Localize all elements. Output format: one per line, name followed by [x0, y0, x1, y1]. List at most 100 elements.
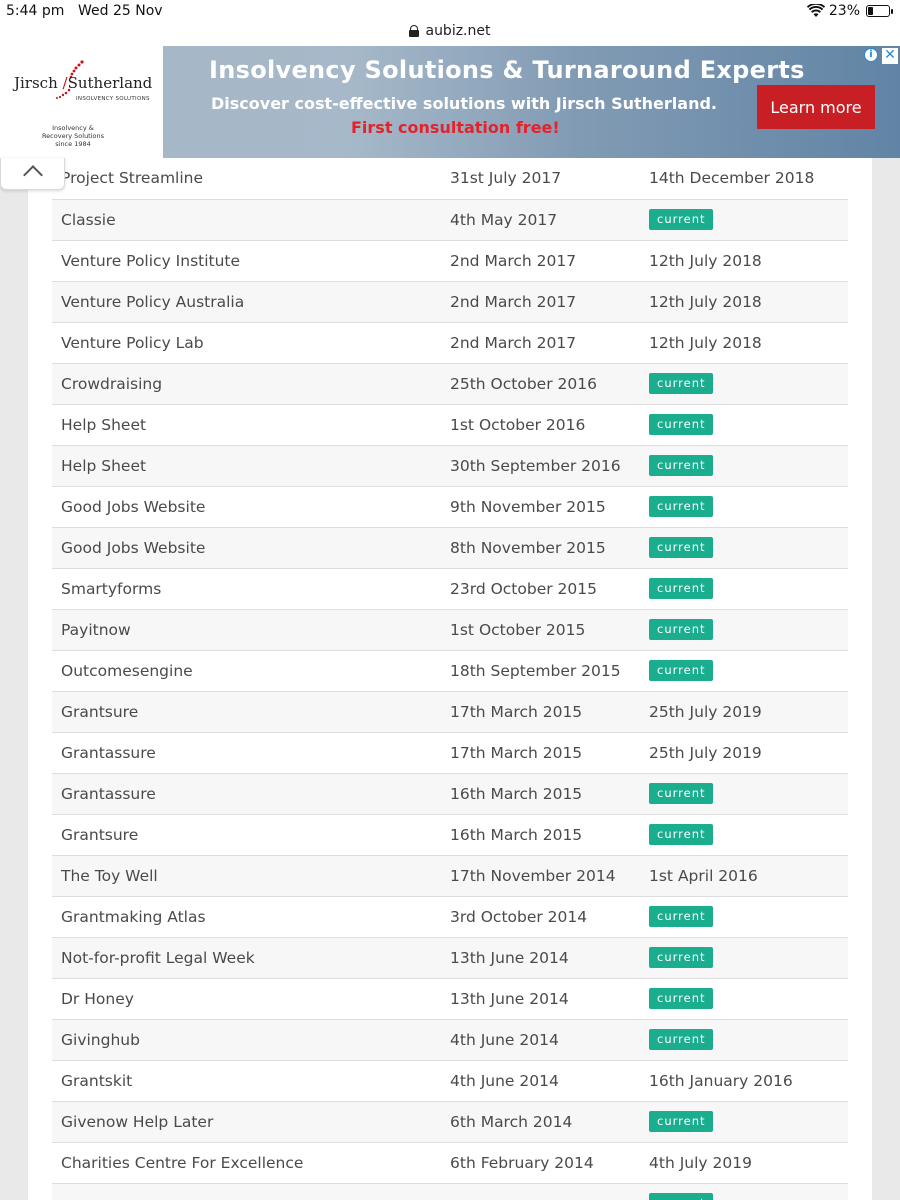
end-date: current — [649, 896, 848, 938]
table-row: Classie 4th May 2017 current — [52, 199, 848, 241]
records-table: Project Streamline 31st July 2017 14th Dec… — [52, 158, 848, 1200]
table-row: The Toy Well 17th November 2014 1st April … — [52, 855, 848, 897]
current-badge: current — [649, 414, 713, 435]
collapse-ad-button[interactable] — [0, 158, 65, 190]
table-row: Good Jobs Website 9th November 2015 curren… — [52, 486, 848, 528]
table-row: Grantsure 16th March 2015 current — [52, 814, 848, 856]
project-name: Grantmaking Atlas — [52, 896, 450, 938]
table-row: Venture Policy Lab 2nd March 2017 12th Jul… — [52, 322, 848, 364]
project-name: Dr Honey — [52, 978, 450, 1020]
project-name: Good Jobs Website — [52, 527, 450, 569]
end-date: current — [649, 937, 848, 979]
chevron-up-icon — [23, 165, 43, 185]
logo-subtitle: INSOLVENCY SOLUTIONS — [76, 96, 150, 102]
start-date: 1st October 2015 — [450, 609, 649, 651]
url-text[interactable]: aubiz.net — [425, 23, 490, 39]
start-date: 16th March 2015 — [450, 773, 649, 815]
project-name: Venture Policy Lab — [52, 322, 450, 364]
logo-tagline: Insolvency & Recovery Solutions since 19… — [41, 124, 105, 148]
project-name: Good Jobs Website — [52, 486, 450, 528]
start-date: 3rd October 2014 — [450, 896, 649, 938]
table-row: Dr Honey 13th June 2014 current — [52, 978, 848, 1020]
end-date: current — [649, 1019, 848, 1061]
end-date: current — [649, 978, 848, 1020]
start-date: 2nd March 2017 — [450, 240, 649, 282]
start-date — [450, 1183, 649, 1200]
start-date: 13th June 2014 — [450, 937, 649, 979]
current-badge: current — [649, 1029, 713, 1050]
project-name: Crowdraising — [52, 363, 450, 405]
end-date: 1st April 2016 — [649, 855, 848, 897]
ad-offer: First consultation free! — [351, 118, 560, 137]
learn-more-button[interactable]: Learn more — [757, 85, 875, 129]
start-date: 25th October 2016 — [450, 363, 649, 405]
lock-icon — [409, 25, 420, 37]
project-name: Givinghub — [52, 1019, 450, 1061]
end-date: current — [649, 1183, 848, 1200]
start-date: 30th September 2016 — [450, 445, 649, 487]
table-row: Grantassure 16th March 2015 current — [52, 773, 848, 815]
table-row: Help Sheet 30th September 2016 current — [52, 445, 848, 487]
project-name — [52, 1183, 450, 1200]
table-row: Givinghub 4th June 2014 current — [52, 1019, 848, 1061]
table-row: Outcomesengine 18th September 2015 current — [52, 650, 848, 692]
start-date: 6th February 2014 — [450, 1142, 649, 1184]
current-badge: current — [649, 660, 713, 681]
current-badge: current — [649, 209, 713, 230]
table-row: Venture Policy Institute 2nd March 2017 12… — [52, 240, 848, 282]
end-date: current — [649, 1101, 848, 1143]
start-date: 8th November 2015 — [450, 527, 649, 569]
end-date: current — [649, 486, 848, 528]
table-row: Grantskit 4th June 2014 16th January 2016 — [52, 1060, 848, 1102]
table-row: Charities Centre For Excellence 6th Febru… — [52, 1142, 848, 1184]
browser-url-bar[interactable]: aubiz.net — [0, 22, 900, 46]
current-badge: current — [649, 455, 713, 476]
end-date: current — [649, 199, 848, 241]
current-badge: current — [649, 537, 713, 558]
table-row: Grantassure 17th March 2015 25th July 2019 — [52, 732, 848, 774]
current-badge: current — [649, 373, 713, 394]
current-badge: current — [649, 1111, 713, 1132]
end-date: current — [649, 814, 848, 856]
end-date: current — [649, 527, 848, 569]
table-row: Smartyforms 23rd October 2015 current — [52, 568, 848, 610]
end-date: current — [649, 568, 848, 610]
start-date: 16th March 2015 — [450, 814, 649, 856]
start-date: 23rd October 2015 — [450, 568, 649, 610]
project-name: Not-for-profit Legal Week — [52, 937, 450, 979]
start-date: 17th March 2015 — [450, 732, 649, 774]
battery-icon — [866, 5, 893, 17]
ad-creative[interactable]: Insolvency Solutions & Turnaround Expert… — [163, 46, 900, 158]
project-name: Help Sheet — [52, 445, 450, 487]
current-badge: current — [649, 1193, 713, 1200]
status-date: Wed 25 Nov — [78, 3, 163, 19]
ad-close-icon[interactable]: ✕ — [882, 48, 898, 64]
end-date: current — [649, 650, 848, 692]
table-row: Crowdraising 25th October 2016 current — [52, 363, 848, 405]
table-row: Grantmaking Atlas 3rd October 2014 current — [52, 896, 848, 938]
project-name: Outcomesengine — [52, 650, 450, 692]
adchoices-icon[interactable]: i — [864, 48, 878, 62]
end-date: current — [649, 363, 848, 405]
current-badge: current — [649, 783, 713, 804]
project-name: Grantassure — [52, 773, 450, 815]
ad-banner[interactable]: Jirsch /Sutherland INSOLVENCY SOLUTIONS … — [0, 46, 900, 158]
start-date: 4th June 2014 — [450, 1060, 649, 1102]
end-date: current — [649, 609, 848, 651]
end-date: current — [649, 404, 848, 446]
table-row: Good Jobs Website 8th November 2015 curren… — [52, 527, 848, 569]
wifi-icon — [806, 4, 825, 17]
start-date: 2nd March 2017 — [450, 322, 649, 364]
start-date: 31st July 2017 — [450, 158, 649, 200]
project-name: Payitnow — [52, 609, 450, 651]
start-date: 17th March 2015 — [450, 691, 649, 733]
start-date: 1st October 2016 — [450, 404, 649, 446]
current-badge: current — [649, 496, 713, 517]
start-date: 9th November 2015 — [450, 486, 649, 528]
end-date: 12th July 2018 — [649, 322, 848, 364]
table-row: Project Streamline 31st July 2017 14th Dec… — [52, 158, 848, 200]
advertiser-logo[interactable]: Jirsch /Sutherland INSOLVENCY SOLUTIONS … — [0, 46, 163, 158]
end-date: 25th July 2019 — [649, 691, 848, 733]
project-name: Venture Policy Australia — [52, 281, 450, 323]
ad-headline: Insolvency Solutions & Turnaround Expert… — [209, 56, 805, 84]
